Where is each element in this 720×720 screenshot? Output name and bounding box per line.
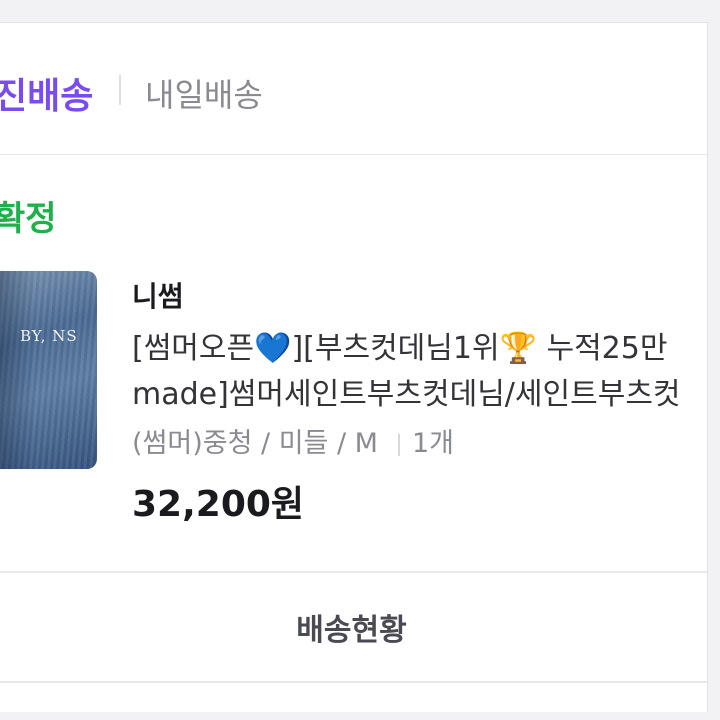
blue-heart-icon: 💙: [254, 331, 292, 366]
thumbnail-text: BY, NS: [20, 327, 78, 345]
order-card: 진배송 내일배송 확정 BY, NS 니썸 [썸머오픈💙][부츠컷데님1위🏆 누…: [0, 22, 708, 712]
tab-divider: [119, 75, 121, 105]
title-part-b: ][부츠컷데님1위: [291, 331, 500, 366]
product-price: 32,200원: [132, 484, 305, 525]
product-thumbnail[interactable]: BY, NS: [0, 271, 97, 469]
delivery-tab-tomorrow[interactable]: 내일배송: [145, 70, 263, 116]
product-title-line-1[interactable]: [썸머오픈💙][부츠컷데님1위🏆 누적25만: [132, 323, 667, 367]
product-title-line-2[interactable]: made]썸머세인트부츠컷데님/세인트부츠컷: [132, 369, 681, 413]
delivery-tabs: 진배송 내일배송: [0, 23, 707, 155]
option-divider: [397, 433, 400, 456]
title-part-a: [썸머오픈: [132, 331, 255, 366]
trophy-icon: 🏆: [499, 331, 537, 366]
option-text: (썸머)중청 / 미들 / M: [132, 428, 378, 459]
product-options: (썸머)중청 / 미들 / M 1개: [132, 421, 454, 460]
seller-name[interactable]: 니썸: [132, 275, 184, 315]
quantity-text: 1개: [411, 428, 454, 459]
delivery-tab-primary[interactable]: 진배송: [0, 67, 93, 119]
delivery-tracking-button[interactable]: 배송현황: [0, 573, 705, 681]
divider-bottom: [0, 681, 707, 683]
order-status: 확정: [0, 199, 57, 239]
title-part-c: 누적25만: [536, 331, 668, 366]
